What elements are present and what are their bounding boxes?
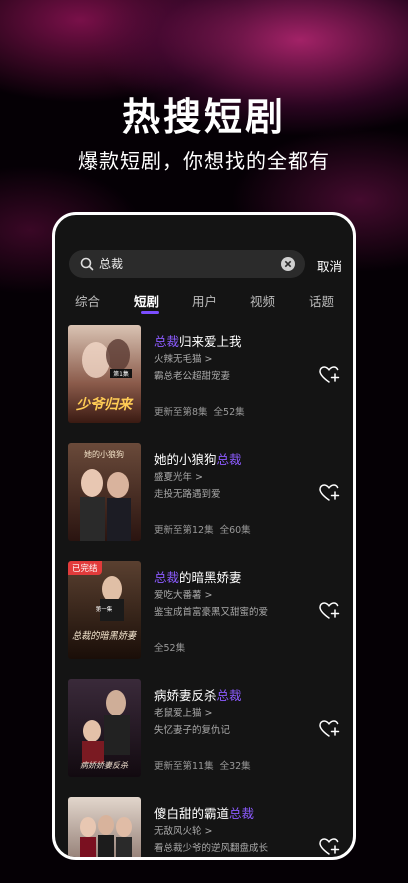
phone-frame: 总裁 取消 综合 短剧 用户 视频 话题 第1集 少爷归来 总裁归来爱上我 火辣… — [52, 212, 356, 860]
drama-title[interactable]: 傻白甜的霸道总裁 — [154, 803, 254, 822]
author-link[interactable]: 无敌风火轮 > — [154, 823, 212, 837]
cover-title: 少爷归来 — [76, 396, 134, 413]
author-link[interactable]: 盛夏光年 > — [154, 469, 203, 483]
heart-plus-icon[interactable] — [318, 719, 340, 739]
drama-description: 失忆妻子的复仇记 — [154, 725, 231, 736]
heart-plus-icon[interactable] — [318, 365, 340, 385]
search-bar: 总裁 取消 — [69, 250, 345, 280]
author-link[interactable]: 火辣无毛猫 > — [154, 351, 212, 365]
episode-count: 全52集 — [154, 643, 186, 654]
tab-active-indicator — [141, 311, 159, 314]
search-icon — [80, 257, 94, 271]
tab-short-drama[interactable]: 短剧 — [134, 291, 160, 314]
tab-bar: 综合 短剧 用户 视频 话题 — [55, 291, 353, 319]
completed-badge: 已完结 — [68, 561, 102, 575]
drama-title[interactable]: 病娇妻反杀总裁 — [154, 685, 242, 704]
episode-count: 全60集 — [219, 525, 251, 536]
tab-all[interactable]: 综合 — [75, 291, 100, 310]
cover-image: 第一集 总裁的暗黑娇妻 — [68, 561, 141, 659]
episode-info: 更新至第8集 全52集 — [154, 404, 245, 418]
title-keyword: 总裁 — [216, 452, 242, 467]
episode-info: 更新至第12集 全60集 — [154, 522, 251, 536]
drama-cover[interactable] — [68, 797, 141, 857]
list-item[interactable]: 她的小狼狗 她的小狼狗总裁 盛夏光年 > 走投无路遇到爱 更新至第12集 全60集 — [68, 443, 352, 543]
drama-cover[interactable]: 病娇娇妻反杀 — [68, 679, 141, 777]
cover-title: 她的小狼狗 — [84, 449, 124, 459]
list-item[interactable]: 第一集 总裁的暗黑娇妻 已完结 总裁的暗黑娇妻 爱吃大番薯 > 鉴宝成首富豪黑又… — [68, 561, 352, 661]
list-item[interactable]: 病娇娇妻反杀 病娇妻反杀总裁 老鼠爱上猫 > 失忆妻子的复仇记 更新至第11集全… — [68, 679, 352, 779]
update-status: 更新至第12集 — [154, 525, 214, 536]
title-rest: 的暗黑娇妻 — [179, 570, 242, 585]
heart-plus-icon[interactable] — [318, 483, 340, 503]
clear-icon[interactable] — [280, 256, 296, 272]
update-status: 更新至第8集 — [154, 407, 208, 418]
drama-title[interactable]: 总裁的暗黑娇妻 — [154, 567, 242, 586]
cover-tag: 第一集 — [96, 605, 113, 613]
title-keyword: 总裁 — [154, 570, 180, 585]
drama-description: 走投无路遇到爱 — [154, 489, 221, 500]
drama-title[interactable]: 总裁归来爱上我 — [154, 331, 242, 350]
title-rest: 她的小狼狗 — [154, 452, 217, 467]
drama-description: 霸总老公超甜宠妻 — [154, 371, 231, 382]
tab-videos[interactable]: 视频 — [250, 291, 275, 310]
author-link[interactable]: 老鼠爱上猫 > — [154, 705, 212, 719]
title-rest: 归来爱上我 — [179, 334, 242, 349]
title-rest: 傻白甜的霸道 — [154, 806, 230, 821]
cover-tag: 第1集 — [113, 370, 129, 378]
drama-description: 看总裁少爷的逆风翻盘成长 — [154, 843, 269, 854]
cover-title: 总裁的暗黑娇妻 — [72, 630, 138, 642]
drama-description: 鉴宝成首富豪黑又甜蜜的爱 — [154, 607, 269, 618]
search-input[interactable]: 总裁 — [69, 250, 305, 278]
episode-info: 更新至第11集 全32集 — [154, 758, 251, 772]
tab-topics[interactable]: 话题 — [309, 291, 334, 310]
heart-plus-icon[interactable] — [318, 601, 340, 621]
tab-users[interactable]: 用户 — [192, 291, 217, 310]
search-query: 总裁 — [99, 257, 124, 271]
title-keyword: 总裁 — [216, 688, 242, 703]
title-rest: 病娇妻反杀 — [154, 688, 217, 703]
tab-short-drama-label: 短剧 — [134, 294, 160, 309]
cover-title: 病娇娇妻反杀 — [80, 761, 129, 770]
title-keyword: 总裁 — [154, 334, 180, 349]
author-link[interactable]: 爱吃大番薯 > — [154, 587, 212, 601]
hero-subtitle: 爆款短剧，你想找的全都有 — [78, 149, 330, 173]
update-status: 更新至第11集 — [154, 761, 214, 772]
drama-cover[interactable]: 第1集 少爷归来 — [68, 325, 141, 423]
heart-plus-icon[interactable] — [318, 837, 340, 857]
title-keyword: 总裁 — [229, 806, 255, 821]
episode-info: 全52集 — [154, 640, 185, 654]
drama-cover[interactable]: 她的小狼狗 — [68, 443, 141, 541]
episode-count: 全52集 — [213, 407, 245, 418]
cover-image: 第1集 少爷归来 — [68, 325, 141, 423]
cancel-button[interactable]: 取消 — [317, 256, 342, 275]
episode-count: 全32集 — [219, 761, 251, 772]
hero-title: 热搜短剧 — [121, 95, 286, 139]
list-item[interactable]: 第1集 少爷归来 总裁归来爱上我 火辣无毛猫 > 霸总老公超甜宠妻 更新至第8集… — [68, 325, 352, 425]
drama-title[interactable]: 她的小狼狗总裁 — [154, 449, 242, 468]
cover-image: 她的小狼狗 — [68, 443, 141, 541]
list-item[interactable]: 傻白甜的霸道总裁 无敌风火轮 > 看总裁少爷的逆风翻盘成长 — [68, 797, 352, 857]
drama-cover[interactable]: 第一集 总裁的暗黑娇妻 已完结 — [68, 561, 141, 659]
cover-image: 病娇娇妻反杀 — [68, 679, 141, 777]
cover-image — [68, 797, 141, 857]
